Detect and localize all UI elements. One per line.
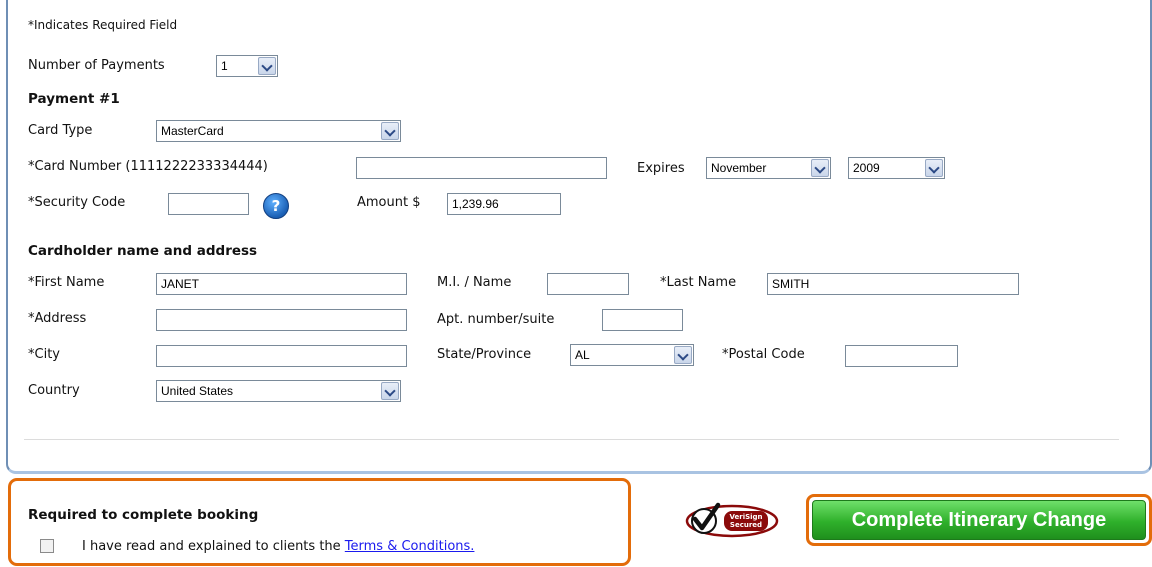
mi-input[interactable] [547, 273, 629, 295]
verisign-line2: Secured [730, 521, 762, 529]
chevron-down-icon [258, 57, 276, 75]
terms-text: I have read and explained to clients the… [82, 539, 474, 554]
amount-input[interactable]: 1,239.96 [447, 193, 561, 215]
verisign-seal: VeriSign Secured [685, 502, 779, 538]
terms-checkbox[interactable] [40, 539, 54, 553]
postal-label: *Postal Code [722, 347, 805, 362]
card-type-label: Card Type [28, 123, 93, 138]
card-number-label: *Card Number (1111222233334444) [28, 159, 268, 174]
divider [24, 439, 1119, 440]
apt-label: Apt. number/suite [437, 312, 555, 327]
state-select[interactable]: AL [570, 344, 694, 366]
country-label: Country [28, 383, 80, 398]
first-name-label: *First Name [28, 275, 105, 290]
num-payments-value: 1 [221, 59, 228, 73]
expires-label: Expires [637, 161, 685, 176]
verisign-check-icon: VeriSign Secured [684, 497, 780, 539]
last-name-input[interactable]: SMITH [767, 273, 1019, 295]
country-select[interactable]: United States [156, 380, 401, 402]
postal-input[interactable] [845, 345, 958, 367]
address-label: *Address [28, 311, 87, 326]
verisign-line1: VeriSign [729, 513, 762, 521]
amount-label: Amount $ [357, 195, 421, 210]
security-code-input[interactable] [168, 193, 249, 215]
expires-month-select[interactable]: November [706, 157, 831, 179]
city-input[interactable] [156, 345, 407, 367]
card-type-select[interactable]: MasterCard [156, 120, 401, 142]
chevron-down-icon [381, 382, 399, 400]
chevron-down-icon [381, 122, 399, 140]
required-note: *Indicates Required Field [28, 18, 178, 32]
booking-heading: Required to complete booking [28, 507, 259, 523]
chevron-down-icon [674, 346, 692, 364]
complete-itinerary-change-button[interactable]: Complete Itinerary Change [812, 500, 1146, 540]
city-label: *City [28, 347, 60, 362]
terms-conditions-link[interactable]: Terms & Conditions. [345, 539, 475, 554]
payment-heading: Payment #1 [28, 91, 120, 107]
num-payments-label: Number of Payments [28, 58, 165, 73]
expires-year-value: 2009 [853, 161, 880, 175]
security-code-label: *Security Code [28, 195, 126, 210]
address-input[interactable] [156, 309, 407, 331]
chevron-down-icon [811, 159, 829, 177]
mi-label: M.I. / Name [437, 275, 512, 290]
num-payments-select[interactable]: 1 [216, 55, 278, 77]
cardholder-heading: Cardholder name and address [28, 243, 258, 259]
chevron-down-icon [925, 159, 943, 177]
apt-input[interactable] [602, 309, 683, 331]
country-value: United States [161, 384, 234, 398]
state-value: AL [575, 348, 590, 362]
payment-form-panel [6, 0, 1152, 474]
terms-prefix: I have read and explained to clients the [82, 539, 341, 554]
expires-year-select[interactable]: 2009 [848, 157, 945, 179]
help-question-icon[interactable]: ? [263, 193, 289, 219]
last-name-label: *Last Name [660, 275, 737, 290]
expires-month-value: November [711, 161, 767, 175]
card-type-value: MasterCard [161, 124, 224, 138]
state-label: State/Province [437, 347, 532, 362]
first-name-input[interactable]: JANET [156, 273, 407, 295]
card-number-input[interactable] [356, 157, 607, 179]
